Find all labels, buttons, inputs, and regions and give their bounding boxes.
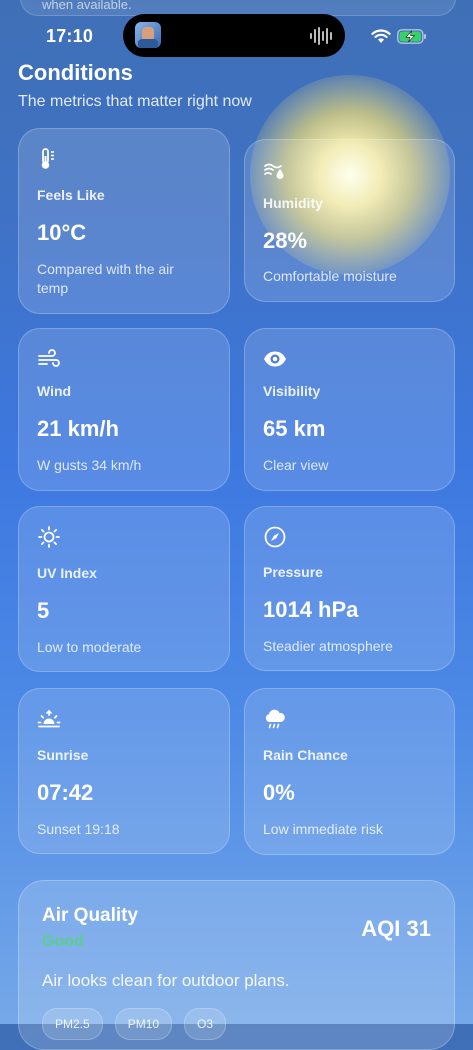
metric-note: Low to moderate [37,639,142,655]
sun-icon [38,526,60,548]
metric-note: W gusts 34 km/h [37,457,142,473]
audio-waveform-icon [310,27,332,45]
metric-label: Sunrise [37,747,89,763]
humidity-icon [264,163,284,179]
metric-note: Clear view [263,457,329,473]
eye-icon [264,351,286,367]
sunrise-icon [37,709,61,728]
now-playing-thumbnail [135,22,161,48]
metric-label: Feels Like [37,187,105,203]
metric-value: 1014 hPa [263,597,359,622]
pollutant-pill-pm10[interactable]: PM10 [114,1008,173,1040]
section-subtitle: The metrics that matter right now [18,93,252,110]
metric-card-uv-index[interactable]: UV Index 5 Low to moderate [18,506,230,672]
metric-value: 21 km/h [37,416,119,441]
air-quality-description: Air looks clean for outdoor plans. [42,971,290,990]
metric-value: 28% [263,228,308,253]
status-time: 17:10 [46,26,94,46]
dynamic-island[interactable] [123,14,345,57]
air-quality-index: AQI 31 [361,916,431,941]
metric-card-feels-like[interactable]: Feels Like 10°C Compared with the air te… [18,128,230,314]
metric-card-humidity[interactable]: Humidity 28% Comfortable moisture [244,139,455,302]
metric-card-sunrise[interactable]: Sunrise 07:42 Sunset 19:18 [18,688,230,854]
metric-card-visibility[interactable]: Visibility 65 km Clear view [244,328,455,491]
metric-value: 10°C [37,220,87,245]
previous-card-text: when available. [42,0,132,12]
metric-value: 0% [263,780,295,805]
metric-note: Compared with the air temp [37,261,174,296]
metric-value: 07:42 [37,780,94,805]
rain-cloud-icon [265,709,285,729]
metric-card-pressure[interactable]: Pressure 1014 hPa Steadier atmosphere [244,506,455,671]
pollutant-pill-o3[interactable]: O3 [184,1008,227,1040]
thermometer-icon [41,148,54,169]
metric-card-wind[interactable]: Wind 21 km/h W gusts 34 km/h [18,328,230,491]
metric-card-rain-chance[interactable]: Rain Chance 0% Low immediate risk [244,688,455,855]
air-quality-title: Air Quality [42,905,139,926]
pollutant-pills: PM2.5 PM10 O3 [42,1008,227,1040]
metric-label: Visibility [263,383,321,399]
metric-note: Low immediate risk [263,821,383,837]
metric-label: Wind [37,383,72,399]
section-title: Conditions [18,60,133,85]
wifi-icon [371,28,391,43]
battery-charging-icon [397,28,426,44]
metric-note: Steadier atmosphere [263,638,393,654]
air-quality-card[interactable]: Air Quality Good AQI 31 Air looks clean … [18,880,455,1050]
status-indicators [371,26,427,46]
wind-icon [38,349,60,367]
metric-note: Comfortable moisture [263,268,397,284]
metric-label: Humidity [263,195,323,211]
metric-label: Pressure [263,564,323,580]
metric-label: Rain Chance [263,747,348,763]
metric-label: UV Index [37,565,97,581]
compass-icon [264,526,286,548]
metric-note: Sunset 19:18 [37,821,120,837]
air-quality-status: Good [42,933,84,950]
metric-value: 65 km [263,416,326,441]
pollutant-pill-pm25[interactable]: PM2.5 [42,1008,103,1040]
metric-value: 5 [37,598,50,623]
